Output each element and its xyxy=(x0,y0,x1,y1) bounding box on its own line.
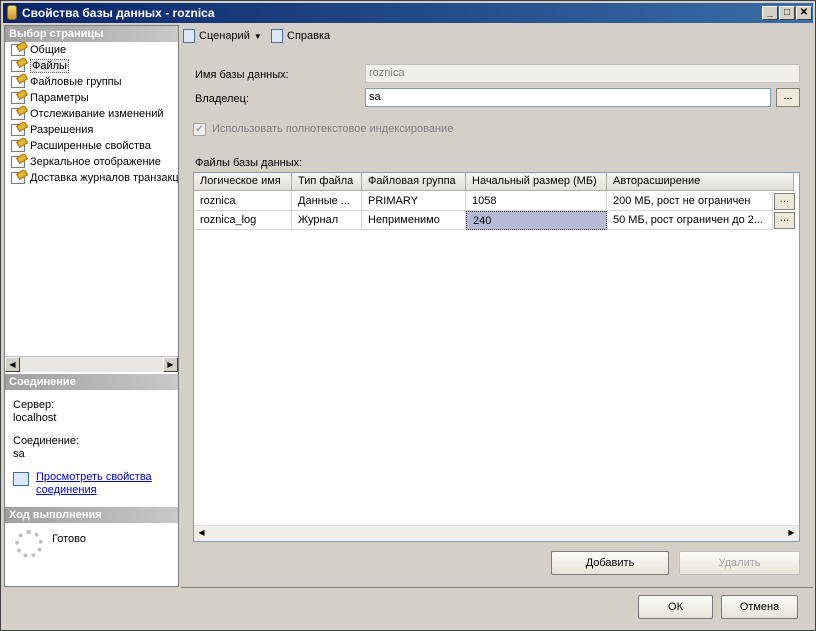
page-item-change-tracking[interactable]: Отслеживание изменений xyxy=(5,106,178,122)
progress-spinner-icon xyxy=(15,530,43,558)
page-icon xyxy=(11,172,25,184)
database-icon xyxy=(7,5,17,20)
cell-initial-size[interactable]: 1058 xyxy=(466,192,607,211)
progress-status: Готово xyxy=(52,533,86,545)
page-icon xyxy=(11,76,25,88)
remove-button[interactable]: Удалить xyxy=(679,551,800,575)
grid-header: Логическое имя Тип файла Файловая группа… xyxy=(194,173,794,191)
page-item-label: Доставка журналов транзакций xyxy=(30,172,178,184)
owner-field[interactable]: sa xyxy=(365,88,771,107)
script-button[interactable]: Сценарий ▼ xyxy=(183,28,262,45)
grid-horizontal-scrollbar[interactable]: ◀ ▶ xyxy=(194,525,799,541)
server-value: localhost xyxy=(13,412,57,424)
divider xyxy=(181,587,813,588)
ok-button[interactable]: ОК xyxy=(638,595,713,619)
page-item-label: Отслеживание изменений xyxy=(30,108,164,120)
owner-label: Владелец: xyxy=(195,93,249,105)
connection-label: Соединение: xyxy=(13,435,80,447)
add-button[interactable]: Добавить xyxy=(551,551,669,575)
db-name-field: roznica xyxy=(365,64,800,83)
page-item-extended-properties[interactable]: Расширенные свойства xyxy=(5,138,178,154)
scroll-right-icon[interactable]: ▶ xyxy=(784,526,799,541)
cell-filegroup[interactable]: Неприменимо xyxy=(362,211,466,230)
cell-logical-name[interactable]: roznica_log xyxy=(194,211,292,230)
fulltext-label: Использовать полнотекстовое индексирован… xyxy=(212,123,454,135)
table-row[interactable]: roznica_log Журнал Неприменимо 240 50 МБ… xyxy=(194,211,795,230)
column-header-logical-name[interactable]: Логическое имя xyxy=(194,173,292,191)
cell-file-type[interactable]: Данные ... xyxy=(292,192,362,211)
script-label: Сценарий xyxy=(199,30,250,42)
connection-value: sa xyxy=(13,448,25,460)
files-label: Файлы базы данных: xyxy=(195,157,303,169)
page-icon xyxy=(11,92,25,104)
progress-header: Ход выполнения xyxy=(5,507,178,523)
script-icon xyxy=(183,29,195,44)
column-header-autogrowth[interactable]: Авторасширение xyxy=(607,173,794,191)
view-connection-properties-link[interactable]: Просмотреть свойства соединения xyxy=(36,471,152,497)
cancel-button[interactable]: Отмена xyxy=(721,595,798,619)
database-files-grid: Логическое имя Тип файла Файловая группа… xyxy=(193,172,800,542)
cell-autogrowth[interactable]: 50 МБ, рост ограничен до 2... xyxy=(607,211,773,230)
chevron-down-icon[interactable]: ▼ xyxy=(254,29,262,45)
cell-filegroup[interactable]: PRIMARY xyxy=(362,192,466,211)
page-item-label: Файловые группы xyxy=(30,76,122,88)
cell-autogrowth[interactable]: 200 МБ, рост не ограничен xyxy=(607,192,773,211)
toolbar: Сценарий ▼ Справка xyxy=(181,25,813,47)
page-icon xyxy=(11,156,25,168)
server-label: Сервер: xyxy=(13,399,55,411)
title-bar: Свойства базы данных - roznica _ □ ✕ xyxy=(3,3,813,23)
close-button[interactable]: ✕ xyxy=(796,6,812,20)
page-list-scrollbar[interactable]: ◀ ▶ xyxy=(5,356,178,372)
page-icon xyxy=(11,60,25,72)
page-icon xyxy=(11,124,25,136)
cell-file-type[interactable]: Журнал xyxy=(292,211,362,230)
scroll-left-icon[interactable]: ◀ xyxy=(5,357,20,372)
db-name-label: Имя базы данных: xyxy=(195,69,289,81)
page-item-mirroring[interactable]: Зеркальное отображение xyxy=(5,154,178,170)
cell-logical-name[interactable]: roznica xyxy=(194,192,292,211)
column-header-initial-size[interactable]: Начальный размер (МБ) xyxy=(466,173,607,191)
help-button[interactable]: Справка xyxy=(271,28,330,44)
fulltext-checkbox[interactable]: ✔ xyxy=(193,123,206,136)
page-item-label: Расширенные свойства xyxy=(30,140,151,152)
scroll-left-icon[interactable]: ◀ xyxy=(194,526,209,541)
link-line-1: Просмотреть свойства xyxy=(36,471,152,483)
column-header-filegroup[interactable]: Файловая группа xyxy=(362,173,466,191)
help-label: Справка xyxy=(287,30,331,42)
scroll-right-icon[interactable]: ▶ xyxy=(163,357,178,372)
select-page-header: Выбор страницы xyxy=(5,26,178,42)
page-item-files[interactable]: Файлы xyxy=(5,58,178,74)
column-header-file-type[interactable]: Тип файла xyxy=(292,173,362,191)
left-panel: Выбор страницы Общие Файлы Файловые груп… xyxy=(4,25,179,587)
link-line-2: соединения xyxy=(36,484,97,496)
page-icon xyxy=(11,108,25,120)
page-list: Общие Файлы Файловые группы Параметры От… xyxy=(5,42,178,186)
page-icon xyxy=(11,44,25,56)
page-item-label: Общие xyxy=(30,44,67,56)
page-item-permissions[interactable]: Разрешения xyxy=(5,122,178,138)
minimize-button[interactable]: _ xyxy=(762,6,778,20)
connection-header: Соединение xyxy=(5,374,178,390)
page-item-label: Разрешения xyxy=(30,124,94,136)
connection-properties-icon xyxy=(13,472,29,486)
autogrowth-edit-button[interactable]: ... xyxy=(774,212,795,229)
page-item-log-shipping[interactable]: Доставка журналов транзакций xyxy=(5,170,178,186)
help-icon xyxy=(271,29,283,44)
autogrowth-edit-button[interactable]: ... xyxy=(774,193,795,210)
window-title: Свойства базы данных - roznica xyxy=(22,6,215,20)
page-item-filegroups[interactable]: Файловые группы xyxy=(5,74,178,90)
page-item-options[interactable]: Параметры xyxy=(5,90,178,106)
page-item-label: Файлы xyxy=(30,59,69,73)
table-row[interactable]: roznica Данные ... PRIMARY 1058 200 МБ, … xyxy=(194,192,795,211)
owner-browse-button[interactable]: ... xyxy=(776,88,800,107)
page-item-general[interactable]: Общие xyxy=(5,42,178,58)
page-item-label: Параметры xyxy=(30,92,89,104)
cell-initial-size[interactable]: 240 xyxy=(466,211,607,230)
page-icon xyxy=(11,140,25,152)
maximize-button[interactable]: □ xyxy=(779,6,795,20)
database-properties-dialog: Свойства базы данных - roznica _ □ ✕ Выб… xyxy=(0,0,816,631)
page-item-label: Зеркальное отображение xyxy=(30,156,161,168)
